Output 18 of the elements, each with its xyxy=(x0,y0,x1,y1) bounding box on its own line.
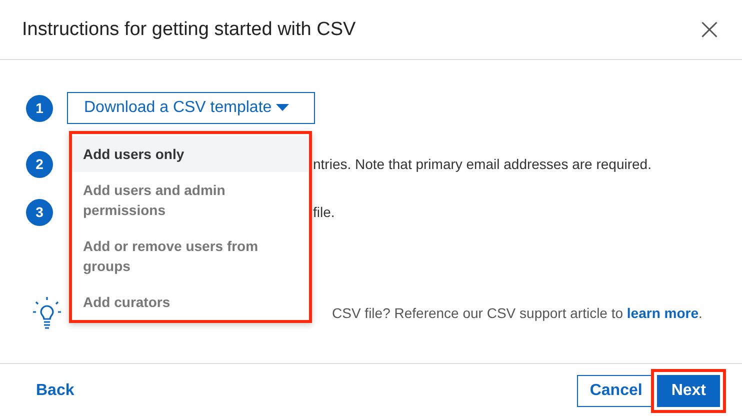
learn-more-link[interactable]: learn more xyxy=(626,305,699,321)
back-button[interactable]: Back xyxy=(22,382,88,400)
menu-item[interactable]: Add or remove users from groups xyxy=(72,228,309,284)
dialog-title: Instructions for getting started with CSV xyxy=(22,18,356,40)
lightbulb-icon xyxy=(32,296,62,330)
menu-item[interactable]: Add users and admin permissions xyxy=(72,172,309,228)
step-number: 2 xyxy=(26,150,53,178)
step-number: 3 xyxy=(26,198,53,226)
help-text: CSV file? Reference our CSV support article to learn more. xyxy=(332,305,702,321)
caret-icon xyxy=(276,104,289,112)
download-template-button[interactable]: Download a CSV template xyxy=(67,92,315,124)
step-text: ntries. Note that primary email addresses are required. xyxy=(313,156,652,172)
close-button[interactable]: × xyxy=(696,14,722,44)
next-button[interactable]: Next xyxy=(657,374,720,406)
step-number: 1 xyxy=(26,94,53,122)
menu-item[interactable]: Add users only xyxy=(72,136,309,172)
step-text: file. xyxy=(313,204,335,220)
menu-item[interactable]: Add curators xyxy=(72,284,309,320)
